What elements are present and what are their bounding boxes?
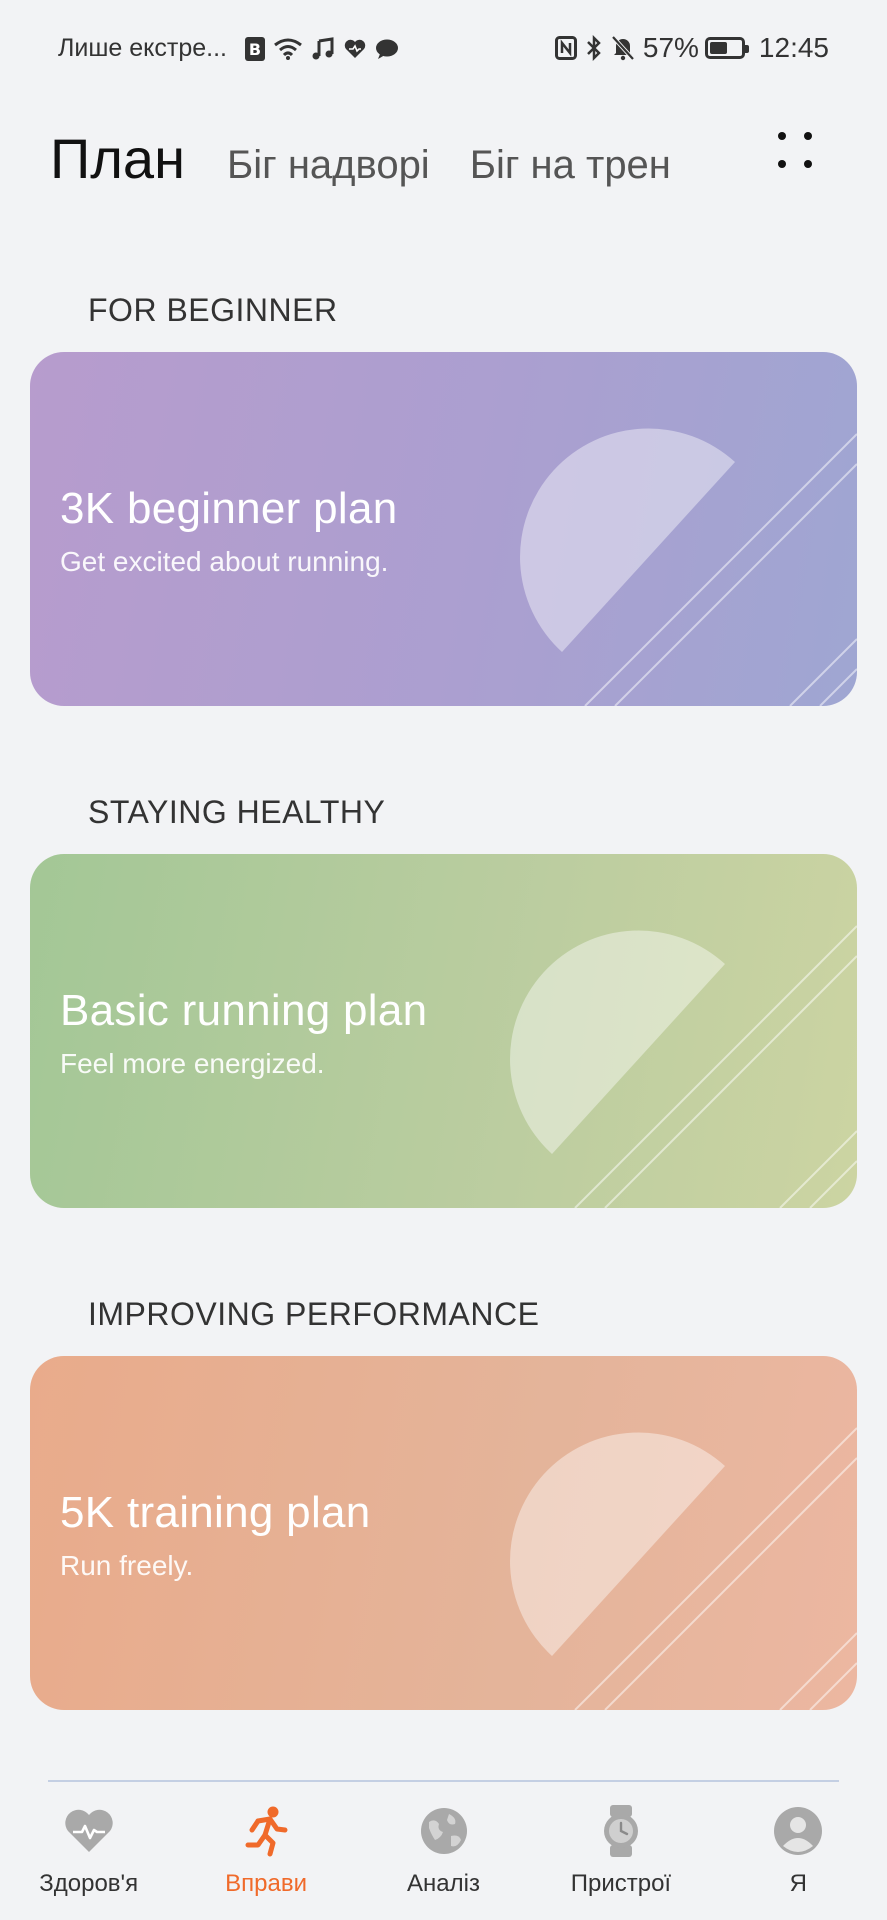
nav-label: Аналіз [407, 1870, 480, 1897]
nav-label: Вправи [225, 1870, 308, 1897]
card-subtitle: Get excited about running. [60, 546, 389, 577]
top-tabs: План Біг надворі Біг на трен [50, 126, 711, 191]
nav-item-analysis[interactable]: Аналіз [355, 1782, 532, 1920]
nav-label: Здоров'я [39, 1870, 139, 1897]
bottom-nav: Здоров'я Вправи Аналіз Пристрої Я [0, 1782, 887, 1920]
running-person-icon [239, 1804, 293, 1858]
tab-plan[interactable]: План [50, 126, 185, 191]
card-title: 3K beginner plan [60, 484, 398, 533]
status-bar: Лише екстре... B 57% 12:45 [0, 0, 887, 100]
status-right: 57% 12:45 [554, 32, 829, 64]
card-subtitle: Run freely. [60, 1550, 194, 1581]
chat-bubble-icon [375, 38, 399, 60]
tab-treadmill-run[interactable]: Біг на трен [470, 143, 671, 188]
nav-item-exercise[interactable]: Вправи [177, 1782, 354, 1920]
nav-item-devices[interactable]: Пристрої [532, 1782, 709, 1920]
battery-percent: 57% [642, 32, 699, 63]
more-dots-icon[interactable] [770, 124, 826, 180]
heart-pulse-icon [62, 1804, 116, 1858]
user-avatar-icon [771, 1804, 825, 1858]
section-title-beginner: FOR BEGINNER [88, 292, 338, 328]
music-note-icon [311, 36, 335, 61]
status-left: Лише екстре... B [58, 34, 399, 63]
card-title: 5K training plan [60, 1488, 371, 1537]
nfc-icon [554, 36, 577, 60]
section-title-staying-healthy: STAYING HEALTHY [88, 794, 386, 830]
notification-text: Лише екстре... [58, 34, 227, 62]
nav-item-health[interactable]: Здоров'я [0, 1782, 177, 1920]
wifi-icon [273, 37, 303, 61]
section-title-improving-performance: IMPROVING PERFORMANCE [88, 1296, 540, 1332]
plan-card-basic-running[interactable]: Basic running plan Feel more energized. [30, 854, 857, 1208]
card-title: Basic running plan [60, 986, 428, 1035]
nav-label: Я [789, 1870, 807, 1897]
plan-card-5k-training[interactable]: 5K training plan Run freely. [30, 1356, 857, 1710]
bluetooth-icon [585, 35, 603, 61]
clock: 12:45 [758, 32, 829, 63]
battery-icon [704, 37, 749, 59]
heart-icon [343, 38, 367, 60]
tab-outdoor-run[interactable]: Біг надворі [227, 143, 430, 188]
battery-fill [709, 42, 727, 54]
plan-card-3k-beginner[interactable]: 3K beginner plan Get excited about runni… [30, 352, 857, 706]
globe-icon [417, 1804, 471, 1858]
nav-label: Пристрої [570, 1870, 672, 1897]
b-badge-icon: B [245, 36, 265, 61]
bell-muted-icon [611, 35, 635, 61]
svg-text:B: B [249, 40, 261, 59]
watch-icon [594, 1804, 648, 1858]
card-subtitle: Feel more energized. [60, 1048, 325, 1079]
nav-item-me[interactable]: Я [710, 1782, 887, 1920]
